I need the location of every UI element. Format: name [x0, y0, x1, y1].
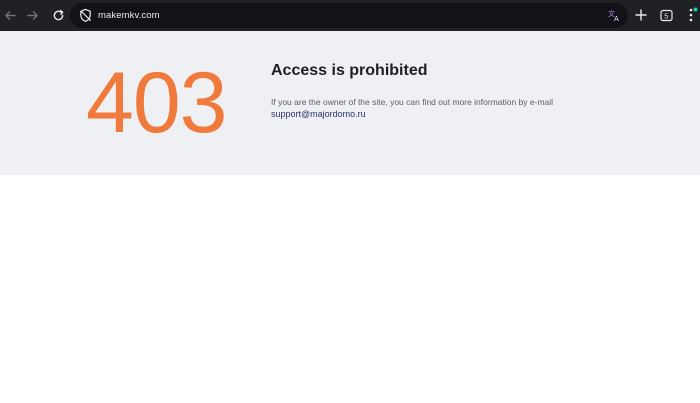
error-code: 403	[86, 55, 227, 151]
url-text[interactable]: makemkv.com	[98, 9, 160, 22]
update-badge-icon	[693, 7, 698, 12]
forward-button[interactable]	[24, 7, 41, 24]
menu-button[interactable]	[684, 7, 700, 23]
error-title: Access is prohibited	[271, 62, 428, 79]
more-vertical-icon	[689, 7, 698, 22]
support-email-link[interactable]: support@majordomo.ru	[271, 108, 366, 120]
arrow-right-icon	[27, 11, 38, 20]
tab-count-icon: 5	[659, 9, 673, 21]
back-button[interactable]	[2, 7, 19, 24]
svg-text:5: 5	[664, 13, 668, 20]
browser-toolbar: makemkv.com 文 A 5	[0, 0, 700, 31]
reload-button[interactable]	[50, 7, 67, 24]
translate-icon[interactable]: 文 A	[608, 8, 622, 22]
plus-icon	[635, 9, 647, 21]
error-description: If you are the owner of the site, you ca…	[271, 97, 554, 107]
error-banner: 403 Access is prohibited If you are the …	[0, 31, 700, 175]
tab-switcher-button[interactable]: 5	[658, 7, 674, 23]
not-secure-shield-icon[interactable]	[78, 8, 93, 23]
reload-icon	[53, 9, 64, 21]
new-tab-button[interactable]	[633, 7, 649, 23]
address-bar[interactable]: makemkv.com 文 A	[70, 3, 628, 28]
page-body	[0, 175, 700, 403]
arrow-left-icon	[5, 11, 16, 20]
svg-text:A: A	[614, 16, 619, 22]
